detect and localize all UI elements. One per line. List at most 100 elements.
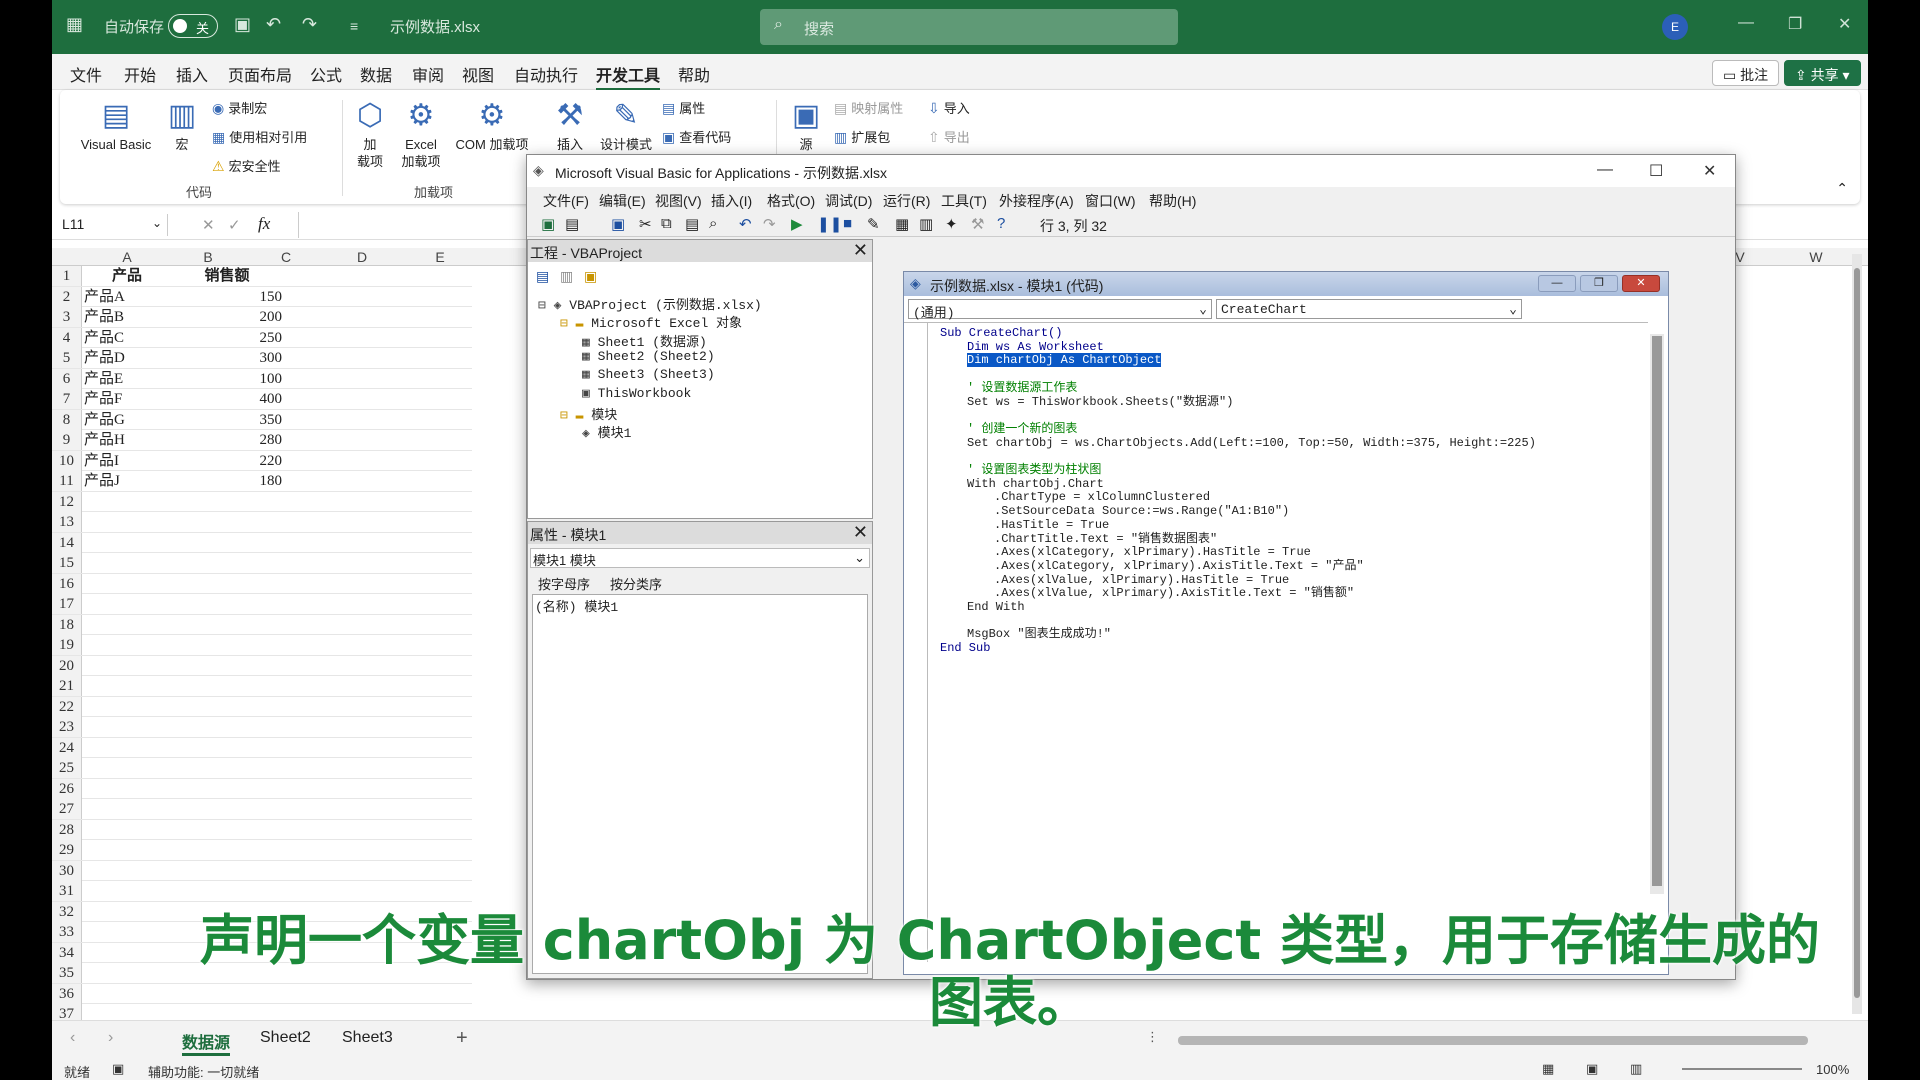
search-box[interactable]: ⌕ 搜索 — [760, 9, 1178, 45]
cell[interactable]: 产品 — [112, 266, 142, 286]
properties-button[interactable]: ▤ 属性 — [662, 98, 705, 117]
row-number[interactable]: 3 — [52, 307, 82, 327]
object-combo[interactable]: (通用) ⌄ — [908, 299, 1212, 321]
column-header[interactable]: D — [342, 249, 382, 265]
code-editor[interactable]: Sub CreateChart() Dim ws As Worksheet Dim … — [904, 322, 1648, 962]
row-number[interactable]: 30 — [52, 860, 82, 881]
import-button[interactable]: ⇩ 导入 — [928, 98, 970, 117]
row-number[interactable]: 31 — [52, 881, 82, 901]
code-line[interactable]: Dim ws As Worksheet — [967, 340, 1104, 355]
vba-menu-format[interactable]: 格式(O) — [767, 191, 815, 211]
cell[interactable]: 300 — [172, 348, 283, 368]
properties-object-combo[interactable]: 模块1 模块 ⌄ — [530, 548, 870, 568]
pause-icon[interactable]: ❚❚ — [817, 215, 842, 233]
record-macro-button[interactable]: ◉ 录制宏 — [212, 98, 267, 117]
tab-help[interactable]: 帮助 — [678, 62, 710, 86]
undo-icon[interactable]: ↶ — [266, 14, 281, 35]
minimize-icon[interactable]: — — [1738, 14, 1754, 32]
cell[interactable]: 产品A — [84, 287, 125, 307]
cell[interactable]: 销售额 — [172, 266, 282, 286]
paste-icon[interactable]: ▤ — [685, 215, 699, 233]
tab-view[interactable]: 视图 — [462, 62, 494, 86]
insert-control-button[interactable]: ⚒ 插入 — [550, 98, 590, 153]
cell[interactable]: 产品F — [84, 389, 122, 409]
design-mode-button[interactable]: ✎ 设计模式 — [596, 98, 656, 153]
row-number[interactable]: 6 — [52, 368, 82, 389]
stop-icon[interactable]: ■ — [843, 215, 852, 232]
cut-icon[interactable]: ✂ — [639, 215, 652, 233]
row-number[interactable]: 19 — [52, 635, 82, 655]
row-number[interactable]: 7 — [52, 389, 82, 409]
help-icon[interactable]: ? — [997, 215, 1005, 232]
sheet-row[interactable]: 23 — [52, 717, 472, 738]
cell[interactable]: 产品C — [84, 328, 124, 348]
column-header[interactable]: B — [188, 249, 228, 265]
row-number[interactable]: 5 — [52, 348, 82, 368]
row-number[interactable]: 1 — [52, 266, 82, 286]
code-line[interactable]: .ChartTitle.Text = "销售数据图表" — [994, 532, 1217, 547]
function-icon[interactable]: fx — [258, 214, 270, 234]
chevron-down-icon[interactable]: ⌄ — [152, 216, 162, 230]
toolbox-icon[interactable]: ⚒ — [971, 215, 984, 233]
row-number[interactable]: 4 — [52, 327, 82, 348]
tab-formulas[interactable]: 公式 — [310, 62, 342, 86]
code-line[interactable]: End With — [967, 600, 1025, 615]
cell[interactable]: 280 — [172, 430, 283, 450]
restore-icon[interactable]: ❐ — [1580, 275, 1618, 292]
share-button[interactable]: ⇪ 共享 ▾ — [1784, 60, 1861, 86]
find-icon[interactable]: ⌕ — [709, 215, 717, 232]
tab-page-layout[interactable]: 页面布局 — [228, 62, 292, 86]
row-number[interactable]: 20 — [52, 655, 82, 676]
sheet-row[interactable]: 14 — [52, 532, 472, 553]
sheet-row[interactable]: 1 产品 销售额 — [52, 266, 472, 287]
cell[interactable]: 产品I — [84, 451, 119, 471]
row-number[interactable]: 16 — [52, 573, 82, 594]
sheet-row[interactable]: 7 产品F 400 — [52, 389, 472, 410]
row-number[interactable]: 11 — [52, 471, 82, 491]
tree-item[interactable]: ⊟ ▬ 模块 — [560, 404, 617, 423]
tree-item[interactable]: ▣ ThisWorkbook — [582, 386, 691, 401]
enter-icon[interactable]: ✓ — [228, 216, 241, 234]
cell[interactable]: 产品G — [84, 410, 125, 430]
comments-button[interactable]: ▭ 批注 — [1712, 60, 1780, 86]
sheet-row[interactable]: 2 产品A 150 — [52, 286, 472, 307]
vba-menu-help[interactable]: 帮助(H) — [1149, 191, 1196, 211]
map-properties-button[interactable]: ▤ 映射属性 — [834, 98, 903, 117]
cell[interactable]: 350 — [172, 410, 283, 430]
sheet-row[interactable]: 27 — [52, 799, 472, 820]
accessibility-status[interactable]: 辅助功能: 一切就绪 — [148, 1062, 259, 1080]
vba-menu-insert[interactable]: 插入(I) — [711, 191, 752, 211]
code-line[interactable]: .HasTitle = True — [994, 518, 1109, 533]
view-object-icon[interactable]: ▥ — [560, 268, 573, 285]
code-line[interactable]: End Sub — [940, 641, 990, 656]
save-icon[interactable]: ▣ — [611, 215, 625, 233]
vba-menu-debug[interactable]: 调试(D) — [825, 191, 872, 211]
relative-reference-button[interactable]: ▦ 使用相对引用 — [212, 127, 307, 146]
horizontal-scrollbar[interactable] — [1178, 1036, 1808, 1045]
view-excel-icon[interactable]: ▣ — [541, 215, 555, 233]
minimize-icon[interactable]: — — [1597, 161, 1613, 179]
run-icon[interactable]: ▶ — [791, 215, 803, 233]
row-number[interactable]: 32 — [52, 901, 82, 922]
code-line[interactable]: .Axes(xlValue, xlPrimary).AxisTitle.Text… — [994, 586, 1354, 601]
sheet-row[interactable]: 13 — [52, 512, 472, 533]
sheet-row[interactable]: 24 — [52, 737, 472, 758]
cell[interactable]: 产品B — [84, 307, 124, 327]
normal-view-icon[interactable]: ▦ — [1542, 1061, 1554, 1077]
code-line[interactable]: Set ws = ThisWorkbook.Sheets("数据源") — [967, 395, 1233, 410]
close-icon[interactable]: ✕ — [1703, 161, 1716, 181]
row-number[interactable]: 17 — [52, 594, 82, 614]
view-code-button[interactable]: ▣ 查看代码 — [662, 127, 731, 146]
row-number[interactable]: 36 — [52, 983, 82, 1004]
row-number[interactable]: 26 — [52, 778, 82, 799]
code-line[interactable]: .ChartType = xlColumnClustered — [994, 491, 1210, 505]
code-line[interactable]: ' 设置图表类型为柱状图 — [967, 463, 1101, 478]
design-mode-icon[interactable]: ✎ — [867, 215, 880, 233]
cell[interactable]: 150 — [172, 287, 283, 307]
tab-insert[interactable]: 插入 — [176, 62, 208, 86]
addins-button[interactable]: ⬡ 加 载项 — [350, 98, 390, 170]
vba-menu-run[interactable]: 运行(R) — [883, 191, 930, 211]
row-number[interactable]: 34 — [52, 942, 82, 963]
vba-menu-file[interactable]: 文件(F) — [543, 191, 589, 211]
minimize-icon[interactable]: — — [1538, 275, 1576, 292]
